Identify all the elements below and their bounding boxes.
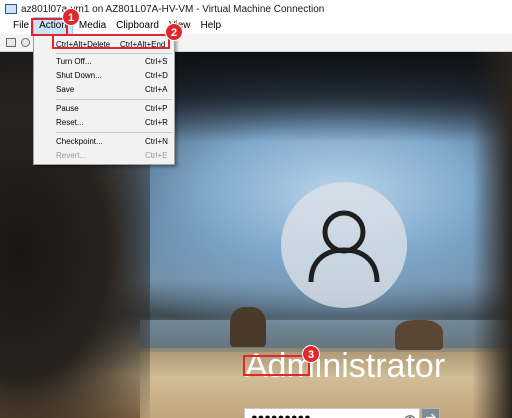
start-toolbar-icon[interactable] (21, 38, 30, 47)
menu-item-label: Revert... (56, 151, 87, 160)
menu-item-label: Shut Down... (56, 71, 102, 80)
menu-item-shortcut: Ctrl+A (145, 85, 168, 94)
menu-item-shortcut: Ctrl+D (145, 71, 168, 80)
menu-item-revert: Revert... Ctrl+E (34, 149, 174, 162)
menu-item-shortcut: Ctrl+S (145, 57, 168, 66)
vm-connection-app-icon (5, 4, 17, 14)
sea (140, 320, 512, 348)
menu-separator (56, 99, 172, 100)
arrow-right-icon (426, 413, 436, 418)
menu-item-checkpoint[interactable]: Checkpoint... Ctrl+N (34, 135, 174, 148)
callout-badge-2: 2 (165, 23, 183, 41)
menu-separator (56, 53, 172, 54)
menu-item-shortcut: Ctrl+E (145, 151, 168, 160)
eye-icon[interactable] (405, 413, 415, 418)
cave-wall-right (472, 52, 512, 418)
menu-item-label: Pause (56, 104, 79, 113)
menu-help[interactable]: Help (195, 18, 226, 34)
menu-item-shortcut: Ctrl+R (145, 118, 168, 127)
user-avatar-icon (281, 182, 407, 308)
menu-item-label: Reset... (56, 118, 84, 127)
menu-item-label: Save (56, 85, 75, 94)
menu-item-label: Turn Off... (56, 57, 92, 66)
menu-clipboard[interactable]: Clipboard (111, 18, 164, 34)
menu-media[interactable]: Media (74, 18, 111, 34)
callout-box-password (243, 355, 310, 376)
menu-item-pause[interactable]: Pause Ctrl+P (34, 102, 174, 115)
sea-rock (230, 307, 266, 347)
action-menu-dropdown: Ctrl+Alt+Delete Ctrl+Alt+End Turn Off...… (33, 34, 175, 165)
callout-badge-1: 1 (62, 8, 80, 26)
menu-item-turn-off[interactable]: Turn Off... Ctrl+S (34, 55, 174, 68)
menu-item-reset[interactable]: Reset... Ctrl+R (34, 116, 174, 129)
menu-separator (56, 132, 172, 133)
ctrl-alt-del-toolbar-icon[interactable] (6, 38, 16, 47)
menu-item-save[interactable]: Save Ctrl+A (34, 83, 174, 96)
password-value: ●●●●●●●●● (251, 411, 311, 418)
menu-item-shortcut: Ctrl+N (145, 137, 168, 146)
menu-item-shortcut: Ctrl+P (145, 104, 168, 113)
password-field[interactable]: ●●●●●●●●● (244, 408, 420, 418)
menu-item-label: Checkpoint... (56, 137, 103, 146)
callout-badge-3: 3 (302, 345, 320, 363)
callout-box-ctrl-alt-delete (52, 34, 170, 49)
submit-button[interactable] (421, 408, 440, 418)
menu-item-shut-down[interactable]: Shut Down... Ctrl+D (34, 69, 174, 82)
